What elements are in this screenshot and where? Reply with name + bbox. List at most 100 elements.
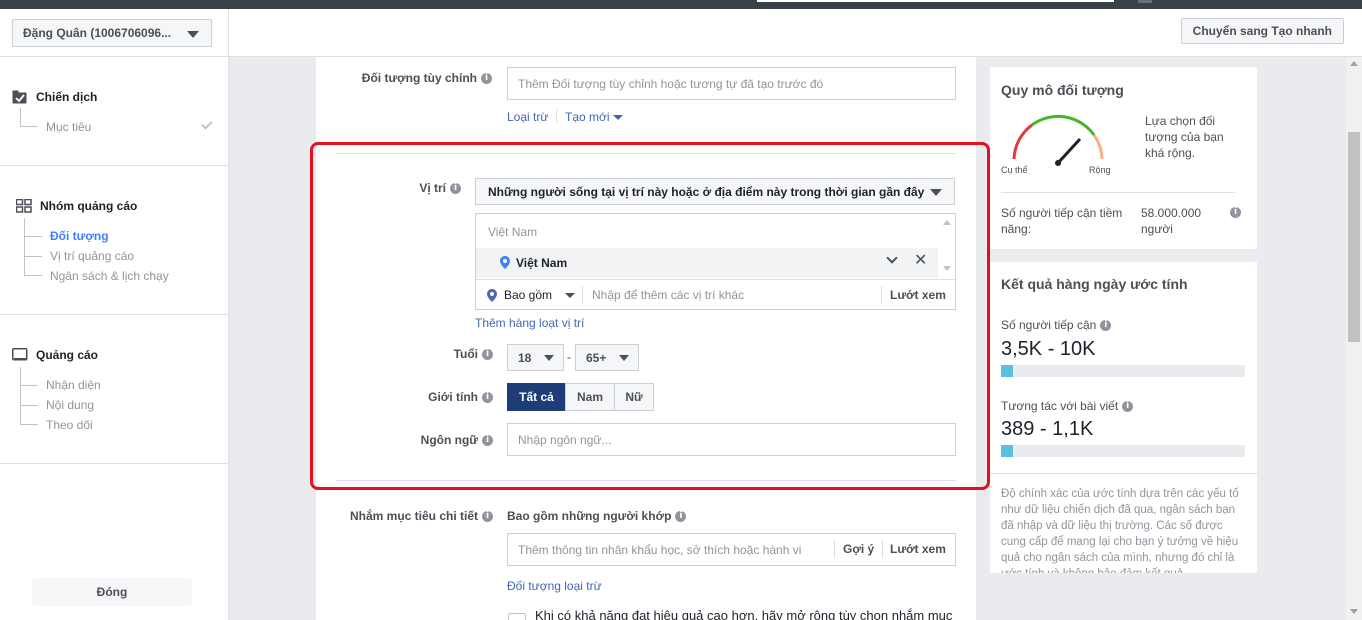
gender-female-button[interactable]: Nữ <box>614 383 654 411</box>
divider <box>881 286 882 304</box>
top-avatar[interactable] <box>1138 0 1152 3</box>
location-pin-icon <box>487 289 497 302</box>
tree-line <box>20 367 21 424</box>
reach-label: Số người tiếp cận i <box>1001 318 1112 332</box>
audience-form: Đối tượng tùy chỉnh i Thêm Đối tượng tùy… <box>316 57 976 620</box>
sidebar-ad-title: Quảng cáo <box>36 348 99 362</box>
gender-male-button[interactable]: Nam <box>565 383 615 411</box>
top-search-bar[interactable] <box>757 0 1114 2</box>
scroll-up-icon[interactable] <box>1350 61 1358 66</box>
scrollbar-thumb[interactable] <box>1348 132 1360 342</box>
include-selector[interactable]: Bao gồm <box>504 288 552 302</box>
sidebar: Chiến dịch Mục tiêu Nhóm quảng cáo Đối t… <box>0 57 229 620</box>
add-location-input[interactable]: Nhập để thêm các vị trí khác <box>592 288 744 302</box>
browse-locations-button[interactable]: Lướt xem <box>890 288 946 302</box>
location-label-text: Vị trí <box>419 181 446 195</box>
info-icon[interactable]: i <box>482 391 493 403</box>
tree-line <box>20 405 38 406</box>
campaign-icon <box>12 90 27 104</box>
tree-line <box>24 275 42 276</box>
close-button[interactable]: Đóng <box>32 578 192 606</box>
location-type-value: Những người sống tại vị trí này hoặc ở đ… <box>488 185 925 199</box>
info-icon[interactable]: i <box>675 510 687 522</box>
header-divider <box>228 9 229 57</box>
account-selector[interactable]: Đặng Quân (1006706096... <box>12 19 212 47</box>
sidebar-campaign-title: Chiến dịch <box>36 90 98 104</box>
caret-down-icon <box>187 31 199 38</box>
daily-results-title: Kết quả hàng ngày ước tính <box>1001 276 1188 292</box>
suggestions-button[interactable]: Gợi ý <box>843 542 874 556</box>
divider <box>882 540 883 558</box>
info-icon[interactable]: i <box>450 182 461 194</box>
tree-line <box>20 385 38 386</box>
location-pin-icon <box>500 256 510 269</box>
close-icon[interactable]: ✕ <box>914 253 927 269</box>
sidebar-item-tracking[interactable]: Theo dõi <box>46 418 93 432</box>
detailed-targeting-input[interactable]: Thêm thông tin nhân khẩu học, sở thích h… <box>507 533 956 566</box>
page-scrollbar[interactable] <box>1346 57 1362 620</box>
age-label-text: Tuổi <box>453 347 478 361</box>
sidebar-item-campaign[interactable]: Chiến dịch <box>12 90 97 104</box>
sidebar-item-content[interactable]: Nội dung <box>46 398 94 412</box>
adset-grid-icon <box>16 199 32 213</box>
location-list-scrollbar[interactable] <box>939 214 955 278</box>
estimate-disclaimer: Độ chính xác của ước tính dựa trên các y… <box>1001 488 1239 573</box>
info-icon[interactable]: i <box>1122 400 1134 412</box>
create-new-link[interactable]: Tạo mới <box>565 110 623 124</box>
info-icon[interactable]: i <box>482 348 493 360</box>
sidebar-item-ad[interactable]: Quảng cáo <box>12 348 98 362</box>
location-type-dropdown[interactable]: Những người sống tại vị trí này hoặc ở đ… <box>475 178 955 205</box>
caret-down-icon <box>930 189 942 196</box>
tree-line <box>24 236 42 237</box>
sidebar-item-budget[interactable]: Ngân sách & lịch chạy <box>50 269 169 283</box>
reach-bar-fill <box>1001 365 1014 377</box>
age-min-select[interactable]: 18 <box>507 344 564 371</box>
selected-location-name: Việt Nam <box>516 256 568 270</box>
sidebar-section-ad: Quảng cáo Nhận diện Nội dung Theo dõi <box>0 315 228 464</box>
gender-all-button[interactable]: Tất cả <box>507 383 566 411</box>
caret-down-icon[interactable] <box>565 293 575 298</box>
age-max-select[interactable]: 65+ <box>575 344 639 371</box>
sidebar-item-objective[interactable]: Mục tiêu <box>46 120 91 134</box>
engagement-value: 389 - 1,1K <box>1001 418 1094 440</box>
audience-gauge <box>1012 114 1104 166</box>
bulk-add-locations-link[interactable]: Thêm hàng loạt vị trí <box>475 316 584 330</box>
info-icon[interactable]: i <box>482 434 493 446</box>
sidebar-item-placements[interactable]: Vị trí quảng cáo <box>50 249 134 263</box>
expand-targeting-checkbox[interactable] <box>508 613 526 620</box>
sidebar-item-identity[interactable]: Nhận diện <box>46 378 101 392</box>
exclude-link[interactable]: Loại trừ <box>507 110 548 124</box>
divider <box>1001 192 1235 193</box>
age-dash: - <box>567 350 571 364</box>
info-icon[interactable]: i <box>1100 319 1112 331</box>
sidebar-section-campaign: Chiến dịch Mục tiêu <box>0 57 228 166</box>
potential-reach-label: Số người tiếp cận tiềm năng: <box>1001 206 1123 236</box>
scroll-up-icon[interactable] <box>943 220 951 225</box>
chevron-down-icon[interactable] <box>886 252 898 264</box>
info-icon[interactable]: i <box>481 72 492 84</box>
tree-line <box>20 108 21 126</box>
selected-location-row[interactable]: Việt Nam ✕ <box>476 248 938 278</box>
info-icon[interactable]: i <box>1230 207 1241 218</box>
audience-size-title: Quy mô đối tượng <box>1001 82 1124 98</box>
divider <box>582 286 583 304</box>
scroll-down-icon[interactable] <box>1350 609 1358 614</box>
country-header: Việt Nam <box>488 225 538 239</box>
potential-reach-value: 58.000.000 người <box>1141 206 1202 236</box>
detailed-targeting-label-text: Nhắm mục tiêu chi tiết <box>349 509 478 523</box>
switch-quick-create-button[interactable]: Chuyển sang Tạo nhanh <box>1180 18 1344 44</box>
tree-line <box>20 126 38 127</box>
browse-targeting-button[interactable]: Lướt xem <box>890 542 946 556</box>
tree-line <box>24 256 42 257</box>
engagement-bar <box>1001 445 1245 457</box>
sidebar-item-adset[interactable]: Nhóm quảng cáo <box>16 199 137 213</box>
language-label: Ngôn ngữ i <box>316 433 493 447</box>
age-max-value: 65+ <box>586 351 607 365</box>
scroll-down-icon[interactable] <box>943 266 951 271</box>
custom-audience-input[interactable]: Thêm Đối tượng tùy chỉnh hoặc tương tự đ… <box>507 67 956 100</box>
info-icon[interactable]: i <box>482 510 493 522</box>
exclude-audience-link[interactable]: Đối tượng loại trừ <box>507 579 602 593</box>
language-input[interactable]: Nhập ngôn ngữ... <box>507 423 956 456</box>
sidebar-item-audience[interactable]: Đối tượng <box>50 229 109 243</box>
account-label: Đặng Quân (1006706096... <box>23 26 172 40</box>
